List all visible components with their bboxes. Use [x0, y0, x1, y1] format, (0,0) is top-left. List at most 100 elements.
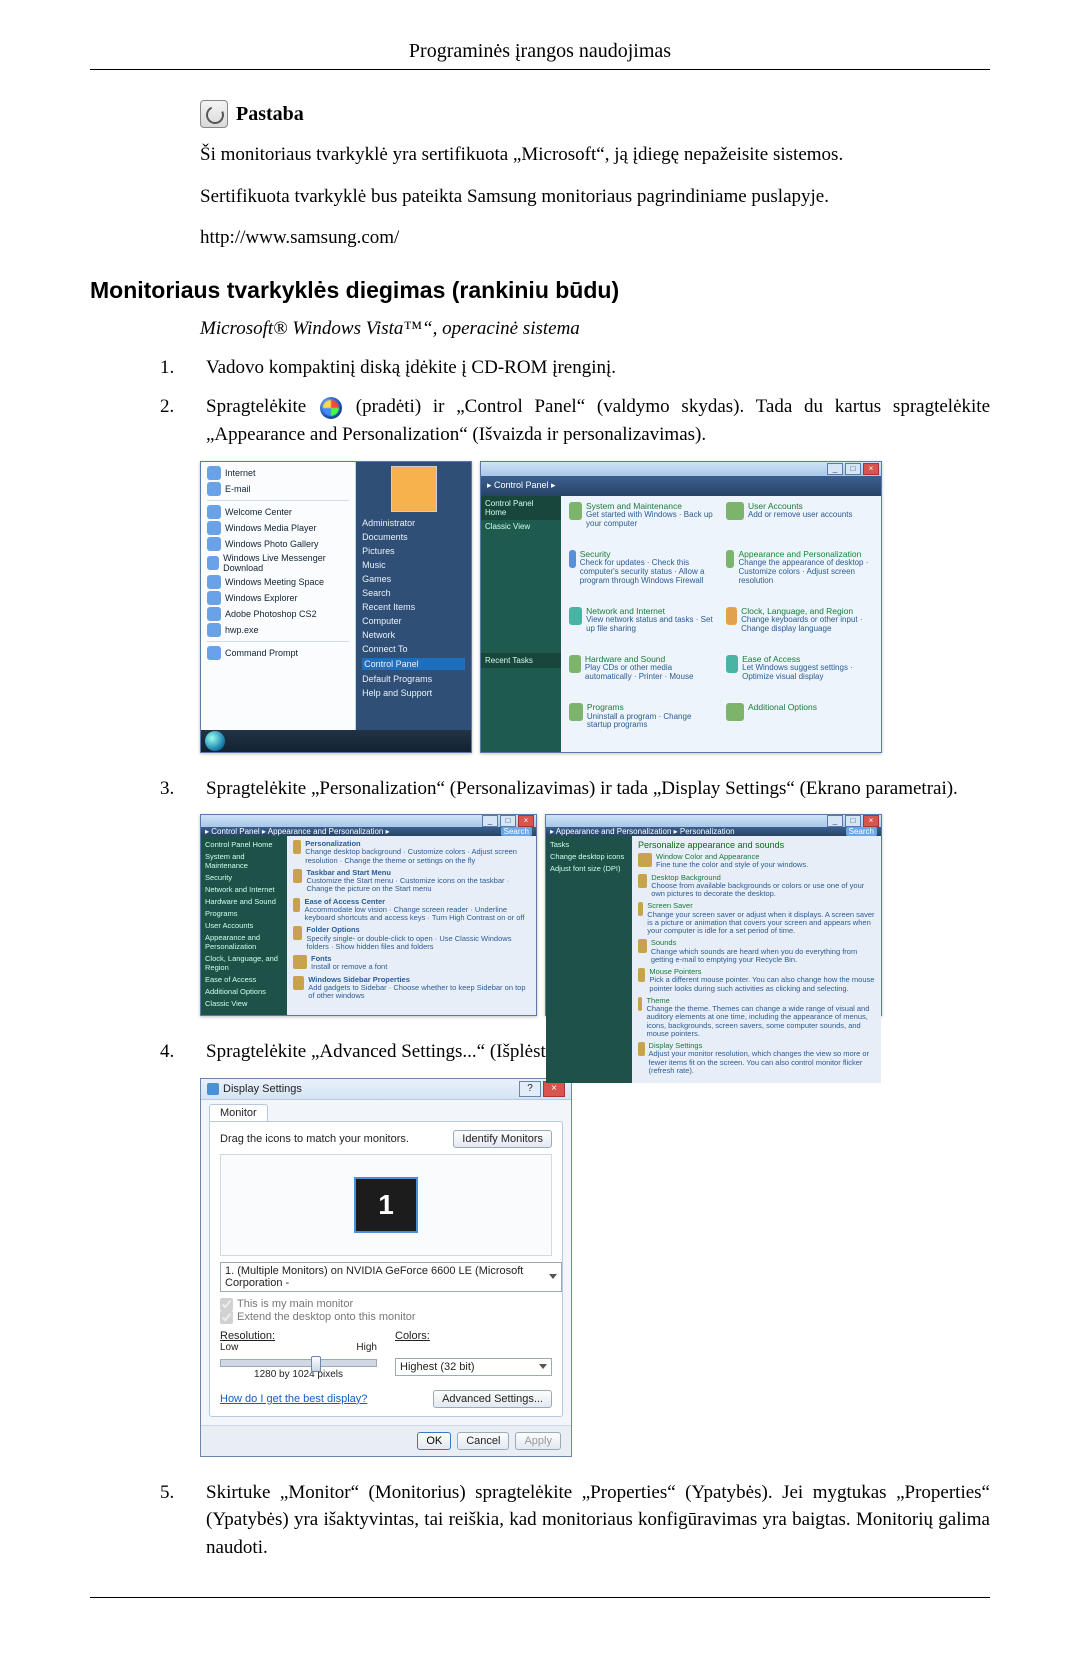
- startmenu-right-item[interactable]: Games: [362, 574, 465, 584]
- controlpanel-category[interactable]: Appearance and PersonalizationChange the…: [726, 550, 873, 601]
- side-link[interactable]: Hardware and Sound: [205, 897, 283, 906]
- startmenu-item[interactable]: Windows Media Player: [207, 521, 349, 535]
- task-link[interactable]: Adjust font size (DPI): [550, 864, 628, 873]
- note-url: http://www.samsung.com/: [200, 225, 980, 251]
- controlpanel-category[interactable]: Network and InternetView network status …: [569, 607, 716, 649]
- category-sub: Get started with Windows · Back up your …: [586, 511, 716, 529]
- minimize-button[interactable]: _: [827, 815, 843, 827]
- startmenu-item[interactable]: Welcome Center: [207, 505, 349, 519]
- start-button-icon[interactable]: [205, 731, 225, 751]
- startmenu-item[interactable]: E-mail: [207, 482, 349, 496]
- controlpanel-category[interactable]: SecurityCheck for updates · Check this c…: [569, 550, 716, 601]
- side-link[interactable]: Appearance and Personalization: [205, 933, 283, 951]
- startmenu-right-item[interactable]: Music: [362, 560, 465, 570]
- display-device-select[interactable]: 1. (Multiple Monitors) on NVIDIA GeForce…: [220, 1262, 562, 1292]
- controlpanel-category[interactable]: Hardware and SoundPlay CDs or other medi…: [569, 655, 716, 697]
- personalize-item[interactable]: Screen SaverChange your screen saver or …: [638, 902, 875, 935]
- side-link[interactable]: Clock, Language, and Region: [205, 954, 283, 972]
- appearance-item[interactable]: Ease of Access CenterAccommodate low vis…: [293, 898, 530, 923]
- address-bar[interactable]: ▸ Appearance and Personalization ▸ Perso…: [546, 827, 881, 836]
- close-button[interactable]: ×: [863, 463, 879, 475]
- startmenu-item[interactable]: Command Prompt: [207, 646, 349, 660]
- footer-rule: [90, 1597, 990, 1598]
- personalize-item[interactable]: ThemeChange the theme. Themes can change…: [638, 997, 875, 1038]
- startmenu-right-item[interactable]: Connect To: [362, 644, 465, 654]
- side-link[interactable]: User Accounts: [205, 921, 283, 930]
- startmenu-right-item[interactable]: Computer: [362, 616, 465, 626]
- appearance-item[interactable]: FontsInstall or remove a font: [293, 955, 530, 972]
- appearance-item[interactable]: Folder OptionsSpecify single- or double-…: [293, 926, 530, 951]
- startmenu-item[interactable]: Windows Live Messenger Download: [207, 553, 349, 573]
- identify-monitors-button[interactable]: Identify Monitors: [453, 1130, 552, 1148]
- task-link[interactable]: Change desktop icons: [550, 852, 628, 861]
- slider-thumb[interactable]: [311, 1356, 321, 1372]
- startmenu-right-item[interactable]: Pictures: [362, 546, 465, 556]
- colors-select[interactable]: Highest (32 bit): [395, 1358, 552, 1376]
- controlpanel-category[interactable]: ProgramsUninstall a program · Change sta…: [569, 703, 716, 745]
- startmenu-right-item[interactable]: Default Programs: [362, 674, 465, 684]
- startmenu-item[interactable]: Windows Meeting Space: [207, 575, 349, 589]
- maximize-button[interactable]: □: [845, 463, 861, 475]
- startmenu-right-item[interactable]: Documents: [362, 532, 465, 542]
- personalize-item[interactable]: SoundsChange which sounds are heard when…: [638, 939, 875, 964]
- startmenu-item[interactable]: Windows Explorer: [207, 591, 349, 605]
- cancel-button[interactable]: Cancel: [457, 1432, 509, 1450]
- startmenu-right-item[interactable]: Network: [362, 630, 465, 640]
- controlpanel-category[interactable]: Additional Options: [726, 703, 873, 745]
- item-sub: Change desktop background · Customize co…: [305, 847, 517, 864]
- maximize-button[interactable]: □: [845, 815, 861, 827]
- app-icon: [207, 607, 221, 621]
- close-button[interactable]: ×: [518, 815, 534, 827]
- side-link[interactable]: Additional Options: [205, 987, 283, 996]
- side-link[interactable]: System and Maintenance: [205, 852, 283, 870]
- startmenu-item-label: Adobe Photoshop CS2: [225, 609, 317, 619]
- controlpanel-category[interactable]: Clock, Language, and RegionChange keyboa…: [726, 607, 873, 649]
- category-sub: Change the appearance of desktop · Custo…: [738, 559, 873, 585]
- monitor-1-icon[interactable]: 1: [354, 1177, 418, 1233]
- side-link[interactable]: Control Panel Home: [205, 840, 283, 849]
- minimize-button[interactable]: _: [827, 463, 843, 475]
- category-icon: [726, 703, 744, 721]
- startmenu-item[interactable]: Windows Photo Gallery: [207, 537, 349, 551]
- appearance-item[interactable]: PersonalizationChange desktop background…: [293, 840, 530, 865]
- monitor-layout-area[interactable]: 1: [220, 1154, 552, 1256]
- startmenu-right-item[interactable]: Recent Items: [362, 602, 465, 612]
- startmenu-right-item[interactable]: Control Panel: [362, 658, 465, 670]
- user-name: Administrator: [362, 518, 465, 528]
- classic-view-link[interactable]: Classic View: [481, 520, 561, 533]
- help-button[interactable]: ?: [519, 1081, 541, 1097]
- side-link[interactable]: Ease of Access: [205, 975, 283, 984]
- appearance-item[interactable]: Windows Sidebar PropertiesAdd gadgets to…: [293, 976, 530, 1001]
- appearance-window: _ □ × ▸ Control Panel ▸ Appearance and P…: [200, 814, 537, 1016]
- startmenu-item[interactable]: Internet: [207, 466, 349, 480]
- personalize-item[interactable]: Mouse PointersPick a different mouse poi…: [638, 968, 875, 993]
- personalize-item[interactable]: Window Color and AppearanceFine tune the…: [638, 853, 875, 870]
- breadcrumb: ▸ Appearance and Personalization ▸ Perso…: [550, 827, 735, 836]
- ok-button[interactable]: OK: [417, 1432, 451, 1450]
- side-link[interactable]: Classic View: [205, 999, 283, 1008]
- resolution-slider[interactable]: [220, 1359, 377, 1367]
- side-link[interactable]: Programs: [205, 909, 283, 918]
- address-bar[interactable]: ▸ Control Panel ▸ Appearance and Persona…: [201, 827, 536, 836]
- startmenu-item[interactable]: Adobe Photoshop CS2: [207, 607, 349, 621]
- address-bar[interactable]: ▸ Control Panel ▸: [481, 476, 881, 496]
- step-1-text: Vadovo kompaktinį diską įdėkite į CD-ROM…: [206, 354, 990, 382]
- personalize-item[interactable]: Desktop BackgroundChoose from available …: [638, 874, 875, 899]
- task-link[interactable]: Tasks: [550, 840, 628, 849]
- minimize-button[interactable]: _: [482, 815, 498, 827]
- side-link[interactable]: Network and Internet: [205, 885, 283, 894]
- startmenu-item[interactable]: hwp.exe: [207, 623, 349, 637]
- startmenu-right-item[interactable]: Help and Support: [362, 688, 465, 698]
- controlpanel-category[interactable]: User AccountsAdd or remove user accounts: [726, 502, 873, 544]
- side-link[interactable]: Security: [205, 873, 283, 882]
- controlpanel-category[interactable]: System and MaintenanceGet started with W…: [569, 502, 716, 544]
- monitor-tab[interactable]: Monitor: [209, 1104, 268, 1121]
- maximize-button[interactable]: □: [500, 815, 516, 827]
- startmenu-right-item[interactable]: Search: [362, 588, 465, 598]
- controlpanel-category[interactable]: Ease of AccessLet Windows suggest settin…: [726, 655, 873, 697]
- appearance-item[interactable]: Taskbar and Start MenuCustomize the Star…: [293, 869, 530, 894]
- personalize-item[interactable]: Display SettingsAdjust your monitor reso…: [638, 1042, 875, 1075]
- close-button[interactable]: ×: [863, 815, 879, 827]
- advanced-settings-button[interactable]: Advanced Settings...: [433, 1390, 552, 1408]
- best-display-help-link[interactable]: How do I get the best display?: [220, 1393, 367, 1405]
